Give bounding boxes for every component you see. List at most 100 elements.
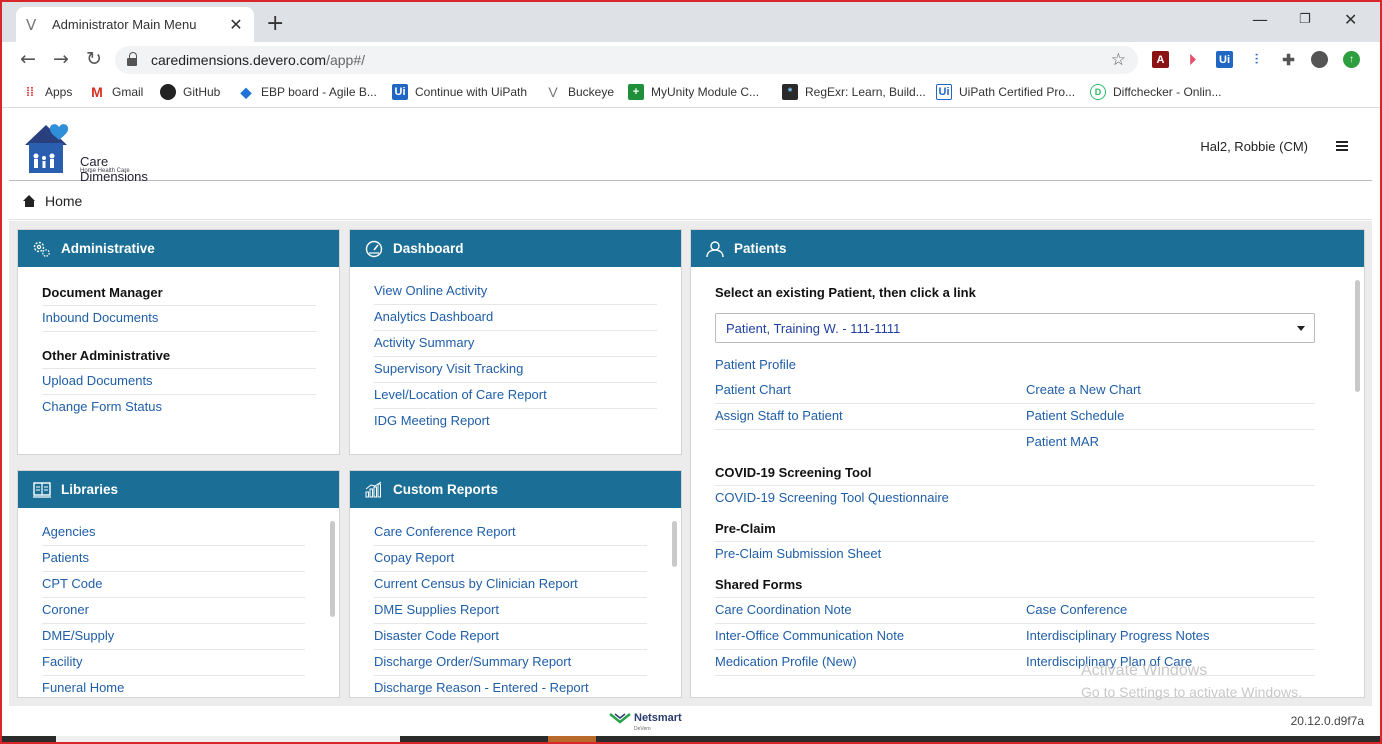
patients-scrollbar[interactable] xyxy=(1355,280,1360,392)
update-icon[interactable]: ↑ xyxy=(1343,51,1360,68)
hamburger-menu-icon[interactable] xyxy=(1336,141,1348,151)
puzzle-extension-icon[interactable]: ✚ xyxy=(1280,51,1297,69)
browser-tabbar: V Administrator Main Menu ✕ + — ❐ ✕ xyxy=(0,0,1382,42)
bookmark-item[interactable]: D Diffchecker - Onlin... xyxy=(1090,84,1221,100)
address-bar[interactable]: caredimensions.devero.com/app#/ ☆ xyxy=(115,46,1138,74)
bookmark-label: MyUnity Module C... xyxy=(651,85,760,99)
record-extension-icon[interactable]: ⏵ xyxy=(1184,51,1201,68)
restore-icon[interactable]: ❐ xyxy=(1299,12,1311,27)
section-title: Other Administrative xyxy=(42,342,316,369)
uipath-extension-icon[interactable]: Ui xyxy=(1216,51,1233,68)
current-census-report-link[interactable]: Current Census by Clinician Report xyxy=(374,572,647,598)
custom-reports-panel-header: Custom Reports xyxy=(350,471,681,508)
bookmark-label: Apps xyxy=(45,85,73,99)
back-icon[interactable]: ← xyxy=(20,48,36,70)
bookmark-item[interactable]: ⁞⁞ Apps xyxy=(22,84,72,100)
disaster-code-report-link[interactable]: Disaster Code Report xyxy=(374,624,647,650)
upload-documents-link[interactable]: Upload Documents xyxy=(42,369,316,395)
bookmark-star-icon[interactable]: ☆ xyxy=(1111,50,1126,70)
analytics-dashboard-link[interactable]: Analytics Dashboard xyxy=(374,305,657,331)
profile-icon[interactable] xyxy=(1311,51,1328,68)
bar-chart-icon xyxy=(364,481,384,499)
url-host: caredimensions.devero.com xyxy=(151,52,327,68)
bookmark-item[interactable]: GitHub xyxy=(160,84,220,100)
copay-report-link[interactable]: Copay Report xyxy=(374,546,647,572)
pre-claim-submission-link[interactable]: Pre-Claim Submission Sheet xyxy=(715,542,1315,567)
custom-reports-scrollbar[interactable] xyxy=(672,521,677,567)
reload-icon[interactable]: ↻ xyxy=(86,48,102,70)
custom-reports-panel: Custom Reports Care Conference Report Co… xyxy=(349,470,682,698)
minimize-icon[interactable]: — xyxy=(1252,10,1268,29)
assign-staff-link[interactable]: Assign Staff to Patient xyxy=(715,404,1026,429)
taskbar-item[interactable] xyxy=(548,736,596,744)
netsmart-sub: DeVero xyxy=(634,726,651,732)
discharge-order-summary-report-link[interactable]: Discharge Order/Summary Report xyxy=(374,650,647,676)
new-tab-icon[interactable]: + xyxy=(266,11,284,36)
bookmark-label: Gmail xyxy=(112,85,144,99)
bookmark-label: Buckeye xyxy=(568,85,615,99)
diffchecker-icon: D xyxy=(1090,84,1106,100)
libraries-scrollbar[interactable] xyxy=(330,521,335,617)
analytics-extension-icon[interactable]: ⫶ xyxy=(1248,51,1265,68)
patient-mar-link[interactable]: Patient MAR xyxy=(1026,430,1315,455)
bookmark-item[interactable]: M Gmail xyxy=(89,84,143,100)
funeral-home-link[interactable]: Funeral Home xyxy=(42,676,305,697)
bookmark-label: UiPath Certified Pro... xyxy=(959,85,1076,99)
forward-icon[interactable]: → xyxy=(53,48,69,70)
home-icon[interactable] xyxy=(23,194,36,207)
bookmark-item[interactable]: V Buckeye xyxy=(545,84,614,100)
taskbar-item[interactable] xyxy=(56,736,400,744)
devero-v-icon: V xyxy=(548,84,558,100)
url-text[interactable]: caredimensions.devero.com/app#/ xyxy=(151,52,1111,68)
close-window-icon[interactable]: ✕ xyxy=(1344,10,1357,29)
supervisory-visit-tracking-link[interactable]: Supervisory Visit Tracking xyxy=(374,357,657,383)
create-new-chart-link[interactable]: Create a New Chart xyxy=(1026,378,1315,403)
administrative-panel: Administrative Document Manager Inbound … xyxy=(17,229,340,455)
care-dimensions-logo[interactable]: Care Dimensions Home Health Care xyxy=(23,121,173,184)
bookmark-item[interactable]: + MyUnity Module C... xyxy=(628,84,759,100)
bookmark-item[interactable]: Ui UiPath Certified Pro... xyxy=(936,84,1075,100)
pdf-extension-icon[interactable]: A xyxy=(1152,51,1169,68)
dme-supplies-report-link[interactable]: DME Supplies Report xyxy=(374,598,647,624)
patient-profile-link[interactable]: Patient Profile xyxy=(715,353,1026,378)
panel-title: Administrative xyxy=(61,241,155,256)
level-location-of-care-report-link[interactable]: Level/Location of Care Report xyxy=(374,383,657,409)
current-user[interactable]: Hal2, Robbie (CM) xyxy=(1200,139,1308,154)
section-title: Pre-Claim xyxy=(715,515,1315,542)
patient-select[interactable]: Patient, Training W. - 111-1111 xyxy=(715,313,1315,343)
view-online-activity-link[interactable]: View Online Activity xyxy=(374,279,657,305)
change-form-status-link[interactable]: Change Form Status xyxy=(42,395,316,420)
idg-meeting-report-link[interactable]: IDG Meeting Report xyxy=(374,409,657,434)
covid-screening-link[interactable]: COVID-19 Screening Tool Questionnaire xyxy=(715,486,1315,511)
dme-supply-link[interactable]: DME/Supply xyxy=(42,624,305,650)
section-title: Shared Forms xyxy=(715,571,1315,598)
breadcrumb-home[interactable]: Home xyxy=(45,193,82,209)
care-coordination-note-link[interactable]: Care Coordination Note xyxy=(715,598,1026,623)
coroner-link[interactable]: Coroner xyxy=(42,598,305,624)
cpt-code-link[interactable]: CPT Code xyxy=(42,572,305,598)
inter-office-note-link[interactable]: Inter-Office Communication Note xyxy=(715,624,1026,649)
tab-title: Administrator Main Menu xyxy=(52,17,197,32)
medication-profile-link[interactable]: Medication Profile (New) xyxy=(715,650,1026,675)
discharge-reason-report-link[interactable]: Discharge Reason - Entered - Report xyxy=(374,676,647,697)
activity-summary-link[interactable]: Activity Summary xyxy=(374,331,657,357)
breadcrumb: Home xyxy=(9,182,1372,220)
bookmark-item[interactable]: ◆ EBP board - Agile B... xyxy=(238,84,377,100)
bookmark-item[interactable]: * RegExr: Learn, Build... xyxy=(782,84,926,100)
patient-link-row: Patient Chart Create a New Chart xyxy=(715,378,1315,404)
bookmark-item[interactable]: Ui Continue with UiPath xyxy=(392,84,527,100)
interdisciplinary-progress-notes-link[interactable]: Interdisciplinary Progress Notes xyxy=(1026,624,1315,649)
patient-schedule-link[interactable]: Patient Schedule xyxy=(1026,404,1315,429)
bookmark-label: Diffchecker - Onlin... xyxy=(1113,85,1222,99)
patient-chart-link[interactable]: Patient Chart xyxy=(715,378,1026,403)
shared-form-row: Care Coordination Note Case Conference xyxy=(715,598,1315,624)
agencies-link[interactable]: Agencies xyxy=(42,520,305,546)
inbound-documents-link[interactable]: Inbound Documents xyxy=(42,306,316,332)
care-conference-report-link[interactable]: Care Conference Report xyxy=(374,520,647,546)
browser-tab[interactable]: V Administrator Main Menu ✕ xyxy=(16,7,254,42)
facility-link[interactable]: Facility xyxy=(42,650,305,676)
activate-windows-subtitle: Go to Settings to activate Windows. xyxy=(1081,684,1302,700)
case-conference-link[interactable]: Case Conference xyxy=(1026,598,1315,623)
patients-library-link[interactable]: Patients xyxy=(42,546,305,572)
close-tab-icon[interactable]: ✕ xyxy=(228,15,244,35)
